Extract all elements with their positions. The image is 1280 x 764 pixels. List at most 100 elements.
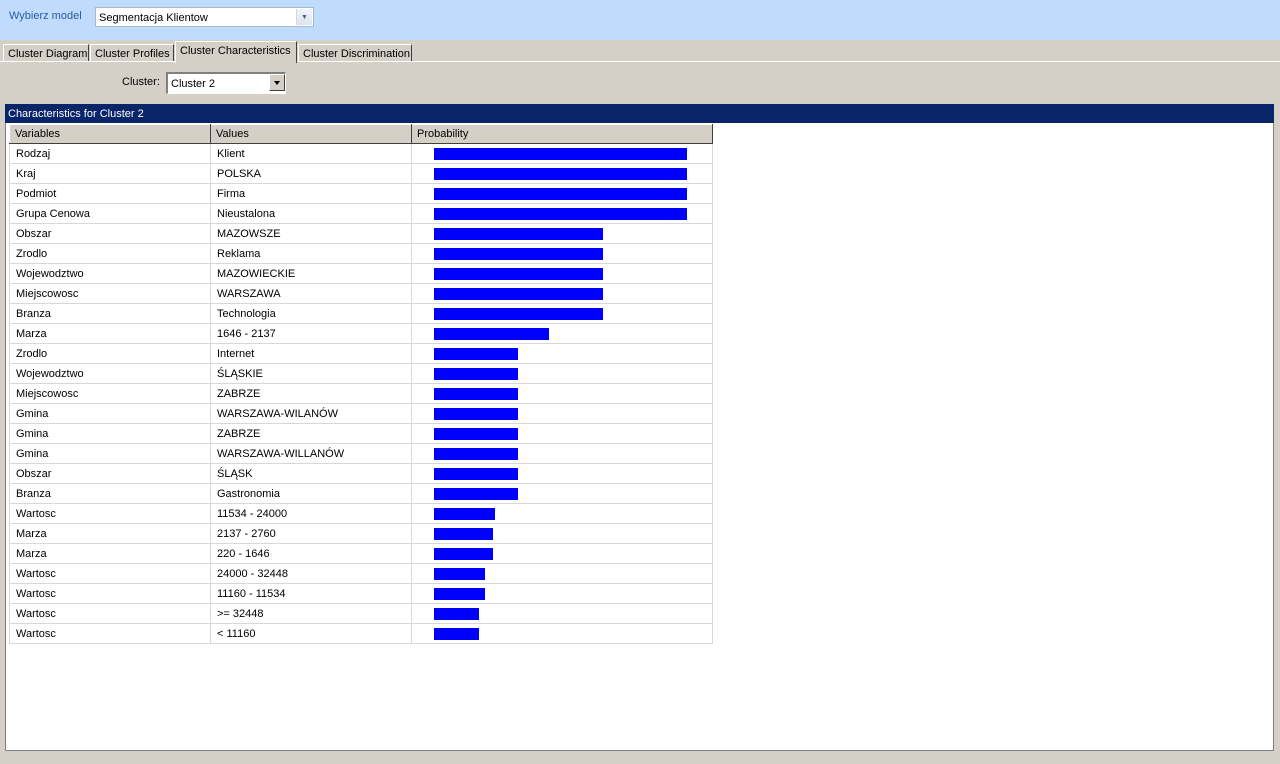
cell-probability (411, 143, 713, 164)
cell-probability (411, 543, 713, 564)
table-row[interactable]: Gmina ZABRZE (9, 423, 713, 444)
dropdown-button[interactable] (269, 74, 285, 91)
cell-probability (411, 403, 713, 424)
tab-cluster-diagram[interactable]: Cluster Diagram (3, 44, 89, 62)
model-dropdown-value: Segmentacja Klientow (99, 12, 208, 24)
cell-probability (411, 583, 713, 604)
cell-value: Klient (210, 143, 412, 164)
cell-probability (411, 423, 713, 444)
table-row[interactable]: Zrodlo Reklama (9, 243, 713, 264)
characteristics-header: Characteristics for Cluster 2 (5, 104, 1274, 123)
cell-value: ZABRZE (210, 423, 412, 444)
table-row[interactable]: Wartosc >= 32448 (9, 603, 713, 624)
cell-value: MAZOWSZE (210, 223, 412, 244)
cell-value: Gastronomia (210, 483, 412, 504)
cell-value: Internet (210, 343, 412, 364)
cell-probability (411, 183, 713, 204)
cell-probability (411, 603, 713, 624)
table-row[interactable]: Rodzaj Klient (9, 143, 713, 164)
cell-value: MAZOWIECKIE (210, 263, 412, 284)
characteristics-grid[interactable]: Variables Values Probability Rodzaj Klien… (5, 123, 1274, 751)
tab-cluster-discrimination[interactable]: Cluster Discrimination (298, 44, 412, 62)
tab-strip: Cluster Diagram Cluster Profiles Cluster… (0, 40, 1280, 63)
probability-bar (434, 288, 603, 300)
cell-probability (411, 503, 713, 524)
column-header-variables[interactable]: Variables (9, 124, 211, 144)
table-row[interactable]: Gmina WARSZAWA-WILLANÓW (9, 443, 713, 464)
cell-variable: Rodzaj (9, 143, 211, 164)
probability-bar (434, 628, 479, 640)
cell-variable: Branza (9, 303, 211, 324)
probability-bar (434, 548, 493, 560)
table-row[interactable]: Gmina WARSZAWA-WILANÓW (9, 403, 713, 424)
cell-value: 11534 - 24000 (210, 503, 412, 524)
cell-probability (411, 383, 713, 404)
table-row[interactable]: Grupa Cenowa Nieustalona (9, 203, 713, 224)
table-row[interactable]: Branza Gastronomia (9, 483, 713, 504)
cell-variable: Marza (9, 543, 211, 564)
cell-value: WARSZAWA (210, 283, 412, 304)
table-header-row: Variables Values Probability (9, 124, 713, 144)
cell-value: 1646 - 2137 (210, 323, 412, 344)
tab-cluster-characteristics[interactable]: Cluster Characteristics (175, 41, 297, 63)
cell-variable: Miejscowosc (9, 283, 211, 304)
probability-bar (434, 568, 485, 580)
table-row[interactable]: Wojewodztwo MAZOWIECKIE (9, 263, 713, 284)
model-label: Wybierz model (9, 10, 82, 22)
table-row[interactable]: Wartosc 24000 - 32448 (9, 563, 713, 584)
cell-variable: Marza (9, 523, 211, 544)
cell-value: Firma (210, 183, 412, 204)
cell-probability (411, 223, 713, 244)
chevron-down-icon[interactable]: ▼ (296, 9, 312, 25)
model-selector-bar: Wybierz model Segmentacja Klientow ▼ (0, 0, 1280, 40)
cell-variable: Zrodlo (9, 243, 211, 264)
cell-variable: Zrodlo (9, 343, 211, 364)
table-row[interactable]: Obszar ŚLĄSK (9, 463, 713, 484)
cluster-dropdown[interactable]: Cluster 2 (166, 72, 286, 94)
table-row[interactable]: Wartosc < 11160 (9, 623, 713, 644)
table-row[interactable]: Kraj POLSKA (9, 163, 713, 184)
probability-bar (434, 248, 603, 260)
cell-variable: Gmina (9, 443, 211, 464)
probability-bar (434, 168, 687, 180)
tab-cluster-profiles[interactable]: Cluster Profiles (90, 44, 174, 62)
table-row[interactable]: Wartosc 11160 - 11534 (9, 583, 713, 604)
probability-bar (434, 228, 603, 240)
table-row[interactable]: Miejscowosc WARSZAWA (9, 283, 713, 304)
table-row[interactable]: Marza 220 - 1646 (9, 543, 713, 564)
column-header-probability[interactable]: Probability (411, 124, 713, 144)
cell-value: ZABRZE (210, 383, 412, 404)
cell-probability (411, 623, 713, 644)
table-row[interactable]: Branza Technologia (9, 303, 713, 324)
cluster-dropdown-value: Cluster 2 (171, 78, 216, 90)
cell-value: 24000 - 32448 (210, 563, 412, 584)
probability-bar (434, 208, 687, 220)
cell-variable: Marza (9, 323, 211, 344)
tab-label: Cluster Diagram (8, 48, 88, 60)
table-row[interactable]: Podmiot Firma (9, 183, 713, 204)
probability-bar (434, 368, 518, 380)
probability-bar (434, 188, 687, 200)
column-header-values[interactable]: Values (210, 124, 412, 144)
model-dropdown[interactable]: Segmentacja Klientow ▼ (95, 7, 314, 27)
cell-value: 2137 - 2760 (210, 523, 412, 544)
probability-bar (434, 148, 687, 160)
cell-probability (411, 563, 713, 584)
table-row[interactable]: Wojewodztwo ŚLĄSKIE (9, 363, 713, 384)
table-row[interactable]: Marza 2137 - 2760 (9, 523, 713, 544)
table-row[interactable]: Wartosc 11534 - 24000 (9, 503, 713, 524)
cluster-label: Cluster: (122, 76, 160, 88)
table-row[interactable]: Miejscowosc ZABRZE (9, 383, 713, 404)
table-row[interactable]: Marza 1646 - 2137 (9, 323, 713, 344)
probability-bar (434, 408, 518, 420)
probability-bar (434, 388, 518, 400)
probability-bar (434, 488, 518, 500)
cell-probability (411, 203, 713, 224)
characteristics-table: Variables Values Probability Rodzaj Klien… (9, 124, 713, 644)
probability-bar (434, 508, 495, 520)
table-row[interactable]: Zrodlo Internet (9, 343, 713, 364)
cell-variable: Wartosc (9, 603, 211, 624)
cell-value: WARSZAWA-WILANÓW (210, 403, 412, 424)
table-row[interactable]: Obszar MAZOWSZE (9, 223, 713, 244)
cell-variable: Grupa Cenowa (9, 203, 211, 224)
